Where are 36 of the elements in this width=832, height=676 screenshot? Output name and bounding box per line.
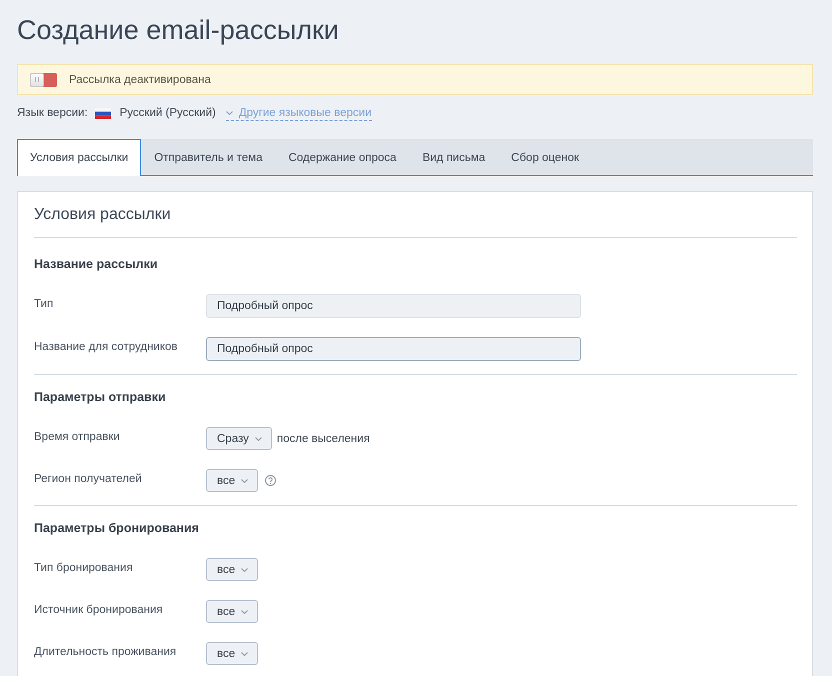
status-text: Рассылка деактивирована <box>69 72 211 88</box>
chevron-icon <box>241 610 248 614</box>
flag-icon <box>94 108 111 118</box>
text-field[interactable]: Подробный опрос <box>206 337 581 361</box>
field-label: Тип <box>34 297 54 312</box>
chevron-icon <box>241 652 248 656</box>
section-title: Параметры бронирования <box>34 520 200 536</box>
toggle-switch[interactable] <box>30 72 57 86</box>
language-label: Язык версии: <box>17 106 88 121</box>
tab[interactable]: Сбор оценок <box>498 139 592 176</box>
language-name: Русский (Русский) <box>120 106 216 121</box>
help-icon[interactable] <box>265 475 276 486</box>
field-suffix: после выселения <box>276 432 370 446</box>
section-title: Название рассылки <box>34 256 159 272</box>
tab[interactable]: Содержание опроса <box>275 139 410 176</box>
section-title: Параметры отправки <box>34 389 167 405</box>
tab[interactable]: Вид письма <box>409 139 498 176</box>
field-label: Название для сотрудников <box>34 340 179 355</box>
chevron-icon <box>226 110 233 114</box>
dropdown-select[interactable]: все <box>206 642 258 665</box>
tab[interactable]: Отправитель и тема <box>141 139 276 176</box>
dropdown-select[interactable]: Сразу <box>206 427 272 450</box>
dropdown-select[interactable]: все <box>206 600 258 623</box>
field-label: Регион получателей <box>34 472 143 487</box>
field-label: Длительность проживания <box>34 645 178 660</box>
field-label: Тип бронирования <box>34 561 134 576</box>
field-label: Время отправки <box>34 430 121 445</box>
tab[interactable]: Условия рассылки <box>17 139 142 176</box>
panel-title: Условия рассылки <box>34 205 172 225</box>
field-label: Источник бронирования <box>34 603 164 618</box>
page-title: Создание email-рассылки <box>17 14 340 47</box>
chevron-icon <box>254 436 262 440</box>
chevron-icon <box>241 478 248 482</box>
chevron-icon <box>241 568 248 572</box>
dropdown-select[interactable]: все <box>206 558 258 581</box>
dropdown-select[interactable]: все <box>206 469 258 492</box>
